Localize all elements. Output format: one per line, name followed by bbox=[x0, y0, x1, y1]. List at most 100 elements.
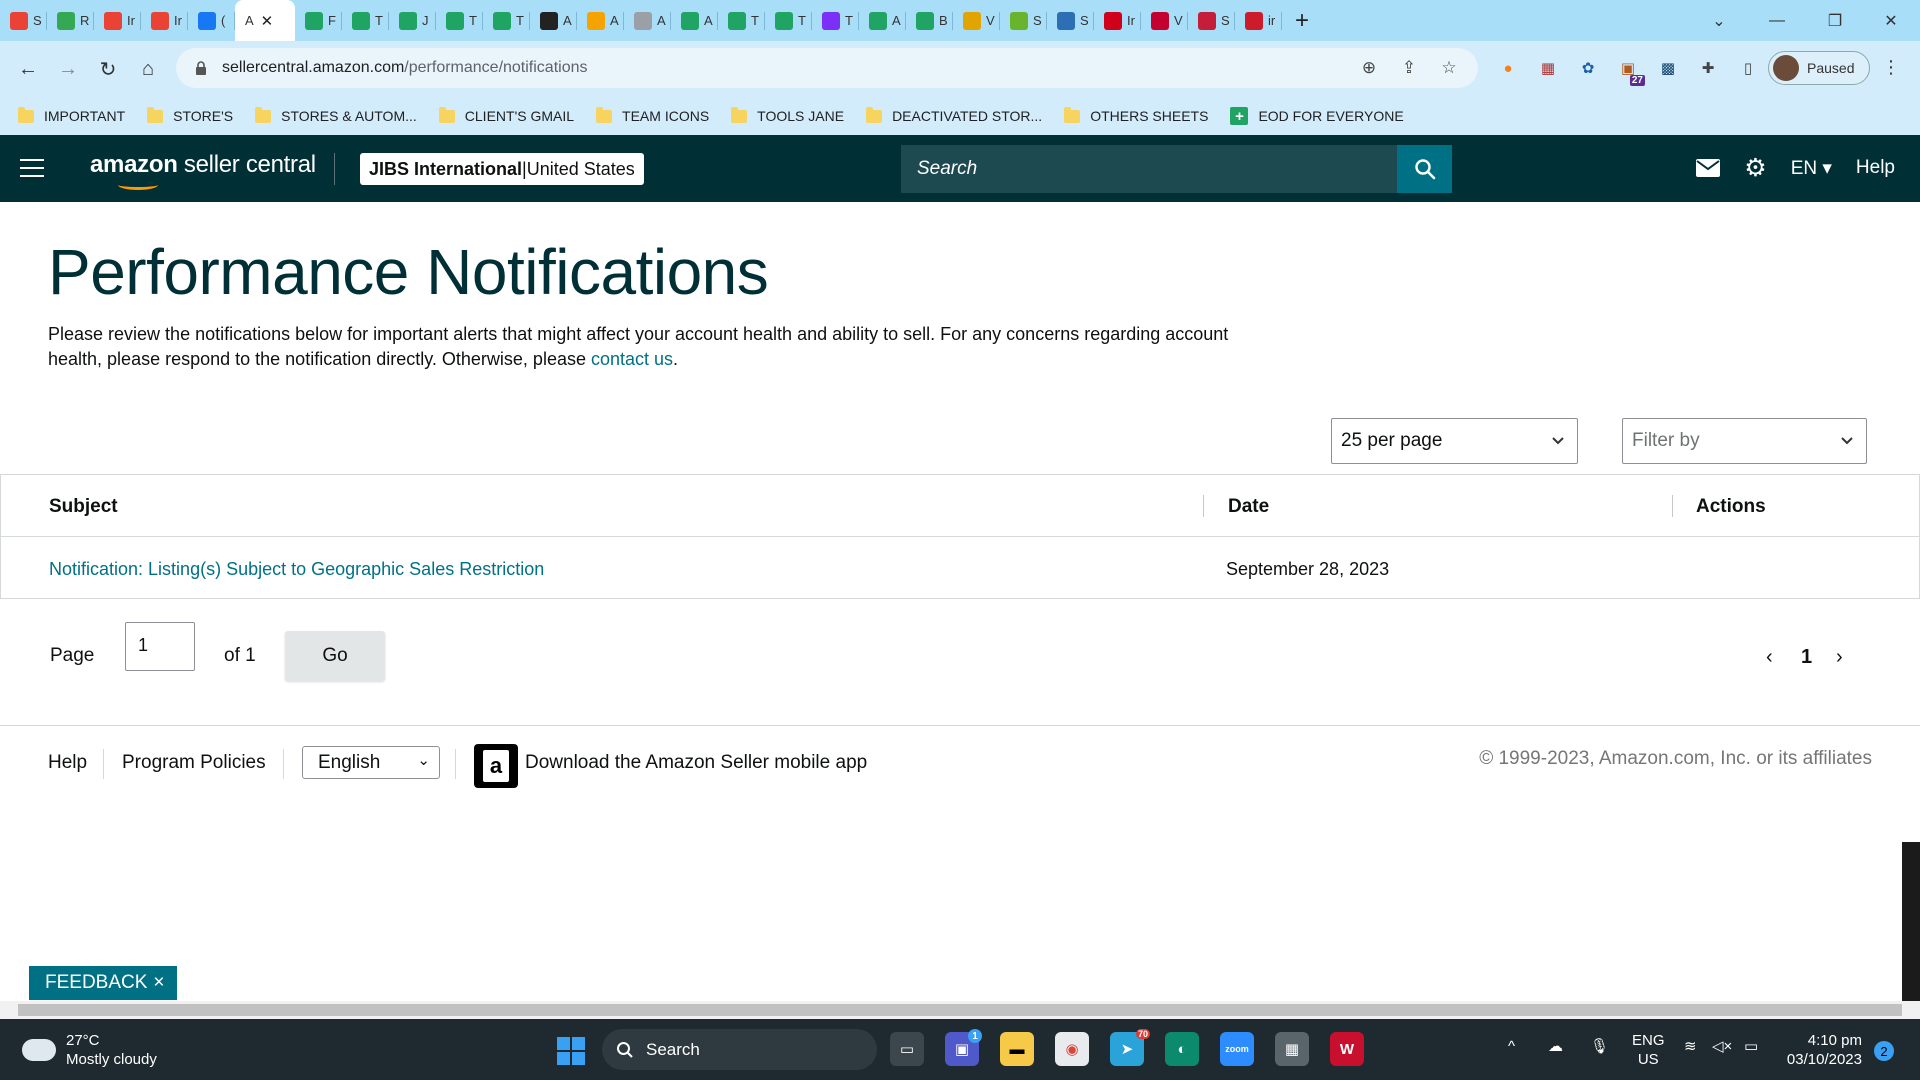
volume-muted-icon[interactable]: ◁× bbox=[1712, 1037, 1732, 1056]
extension-grid-icon[interactable]: ▩ bbox=[1655, 55, 1681, 81]
minimize-button[interactable]: — bbox=[1748, 0, 1806, 41]
bookmark-item[interactable]: DEACTIVATED STOR... bbox=[866, 106, 1042, 124]
browser-tab[interactable]: F bbox=[295, 0, 342, 41]
browser-tab[interactable]: ( bbox=[188, 0, 235, 41]
seller-central-logo[interactable]: amazon seller central bbox=[90, 151, 316, 190]
browser-tab[interactable]: Ir bbox=[141, 0, 188, 41]
program-policies-link[interactable]: Program Policies bbox=[122, 752, 266, 774]
browser-menu-icon[interactable]: ⋮ bbox=[1882, 57, 1900, 78]
telegram-icon[interactable]: ➤ 70 bbox=[1110, 1029, 1150, 1066]
mail-icon[interactable] bbox=[1696, 159, 1721, 177]
browser-tab[interactable]: T bbox=[342, 0, 389, 41]
bookmark-item[interactable]: IMPORTANT bbox=[18, 106, 125, 124]
notification-badge[interactable]: 2 bbox=[1874, 1041, 1894, 1061]
calculator-icon[interactable]: ▦ bbox=[1275, 1032, 1309, 1066]
bookmark-star-icon[interactable]: ☆ bbox=[1438, 57, 1460, 79]
browser-tab[interactable]: A bbox=[577, 0, 624, 41]
bookmark-item[interactable]: STORE'S bbox=[147, 106, 233, 124]
settings-gear-icon[interactable]: ⚙ bbox=[1744, 153, 1766, 183]
account-switcher[interactable]: JIBS International | United States bbox=[360, 153, 644, 185]
previous-page-icon[interactable]: ‹ bbox=[1766, 646, 1773, 669]
chrome-icon[interactable]: ◉ bbox=[1055, 1032, 1089, 1066]
zoom-icon[interactable]: zoom bbox=[1220, 1032, 1254, 1066]
search-button[interactable] bbox=[1397, 145, 1452, 193]
per-page-select[interactable]: 25 per page bbox=[1331, 418, 1578, 464]
zoom-icon[interactable]: ⊕ bbox=[1358, 57, 1380, 79]
browser-tab[interactable]: A bbox=[624, 0, 671, 41]
browser-tab-active[interactable]: A ✕ bbox=[235, 0, 295, 41]
browser-tab[interactable]: T bbox=[436, 0, 483, 41]
column-header-date[interactable]: Date bbox=[1228, 496, 1269, 518]
search-input[interactable]: Search bbox=[901, 145, 1397, 193]
next-page-icon[interactable]: › bbox=[1836, 646, 1843, 669]
wps-office-icon[interactable]: W bbox=[1330, 1032, 1364, 1066]
browser-tab[interactable]: T bbox=[765, 0, 812, 41]
browser-tab[interactable]: S bbox=[1000, 0, 1047, 41]
browser-tab[interactable]: A bbox=[530, 0, 577, 41]
extension-orange-icon[interactable]: ● bbox=[1495, 55, 1521, 81]
amazon-seller-app-icon[interactable]: a bbox=[474, 744, 518, 788]
microphone-icon[interactable]: 🎙 bbox=[1590, 1037, 1609, 1056]
extension-image-icon[interactable]: ▦ bbox=[1535, 55, 1561, 81]
input-language[interactable]: ENG US bbox=[1632, 1031, 1665, 1069]
bookmark-item[interactable]: TEAM ICONS bbox=[596, 106, 709, 124]
footer-language-select[interactable]: English ⌄ bbox=[302, 746, 440, 779]
browser-tab[interactable]: T bbox=[812, 0, 859, 41]
windows-start-icon[interactable] bbox=[557, 1037, 585, 1065]
bookmark-item[interactable]: + EOD FOR EVERYONE bbox=[1230, 107, 1404, 125]
profile-button[interactable]: Paused bbox=[1768, 51, 1870, 85]
reload-icon[interactable]: ↻ bbox=[88, 49, 128, 89]
scrollbar-thumb[interactable] bbox=[18, 1004, 1902, 1016]
file-explorer-icon[interactable]: ▬ bbox=[1000, 1032, 1034, 1066]
browser-tab[interactable]: T bbox=[483, 0, 530, 41]
browser-tab[interactable]: J bbox=[389, 0, 436, 41]
page-number-input[interactable]: 1 bbox=[125, 622, 195, 671]
wifi-icon[interactable]: ≋ bbox=[1684, 1037, 1697, 1056]
contact-us-link[interactable]: contact us bbox=[591, 349, 673, 369]
extension-calendar-icon[interactable]: ▣ 27 bbox=[1615, 55, 1645, 86]
share-icon[interactable]: ⇪ bbox=[1398, 57, 1420, 79]
download-app-link[interactable]: Download the Amazon Seller mobile app bbox=[525, 752, 867, 774]
close-window-button[interactable]: ✕ bbox=[1862, 0, 1920, 41]
teams-icon[interactable]: ▣ 1 bbox=[945, 1029, 982, 1066]
browser-tab[interactable]: B bbox=[906, 0, 953, 41]
system-clock[interactable]: 4:10 pm 03/10/2023 bbox=[1782, 1031, 1862, 1069]
restore-button[interactable]: ❐ bbox=[1806, 0, 1864, 41]
footer-help-link[interactable]: Help bbox=[48, 752, 87, 774]
battery-icon[interactable]: ▭ bbox=[1744, 1037, 1758, 1056]
browser-tab[interactable]: S bbox=[1047, 0, 1094, 41]
menu-hamburger-icon[interactable] bbox=[20, 159, 44, 183]
browser-tab[interactable]: A bbox=[859, 0, 906, 41]
bookmark-item[interactable]: TOOLS JANE bbox=[731, 106, 844, 124]
browser-tab[interactable]: T bbox=[718, 0, 765, 41]
go-button[interactable]: Go bbox=[285, 631, 385, 681]
bookmark-item[interactable]: STORES & AUTOM... bbox=[255, 106, 417, 124]
address-bar[interactable]: sellercentral.amazon.com/performance/not… bbox=[176, 48, 1478, 88]
extensions-puzzle-icon[interactable]: ✚ bbox=[1695, 55, 1721, 81]
filter-select[interactable]: Filter by bbox=[1622, 418, 1867, 464]
notification-subject-link[interactable]: Notification: Listing(s) Subject to Geog… bbox=[49, 559, 544, 580]
vertical-scrollbar[interactable] bbox=[1902, 842, 1920, 1001]
browser-tab[interactable]: A bbox=[671, 0, 718, 41]
edge-icon[interactable]: ◐ bbox=[1165, 1032, 1199, 1066]
tab-search-chevron-icon[interactable]: ⌄ bbox=[1690, 0, 1748, 41]
browser-tab[interactable]: Ir bbox=[1094, 0, 1141, 41]
taskbar-search[interactable]: Search bbox=[602, 1029, 877, 1070]
current-page-number[interactable]: 1 bbox=[1801, 646, 1812, 669]
forward-icon[interactable]: → bbox=[48, 49, 88, 89]
browser-tab[interactable]: Ir bbox=[94, 0, 141, 41]
weather-widget[interactable]: 27°C Mostly cloudy bbox=[22, 1031, 157, 1069]
browser-tab[interactable]: S bbox=[0, 0, 47, 41]
bookmark-item[interactable]: OTHERS SHEETS bbox=[1064, 106, 1208, 124]
back-icon[interactable]: ← bbox=[8, 49, 48, 89]
onedrive-cloud-icon[interactable]: ☁ bbox=[1548, 1037, 1563, 1056]
browser-tab[interactable]: S bbox=[1188, 0, 1235, 41]
side-panel-icon[interactable]: ▯ bbox=[1735, 55, 1761, 81]
tray-overflow-chevron-icon[interactable]: ^ bbox=[1508, 1037, 1515, 1056]
browser-tab[interactable]: V bbox=[1141, 0, 1188, 41]
column-header-subject[interactable]: Subject bbox=[49, 496, 118, 518]
extension-gear-icon[interactable]: ✿ bbox=[1575, 55, 1601, 81]
tab-close-icon[interactable]: ✕ bbox=[261, 12, 274, 30]
bookmark-item[interactable]: CLIENT'S GMAIL bbox=[438, 106, 574, 124]
browser-tab[interactable]: ir bbox=[1235, 0, 1282, 41]
